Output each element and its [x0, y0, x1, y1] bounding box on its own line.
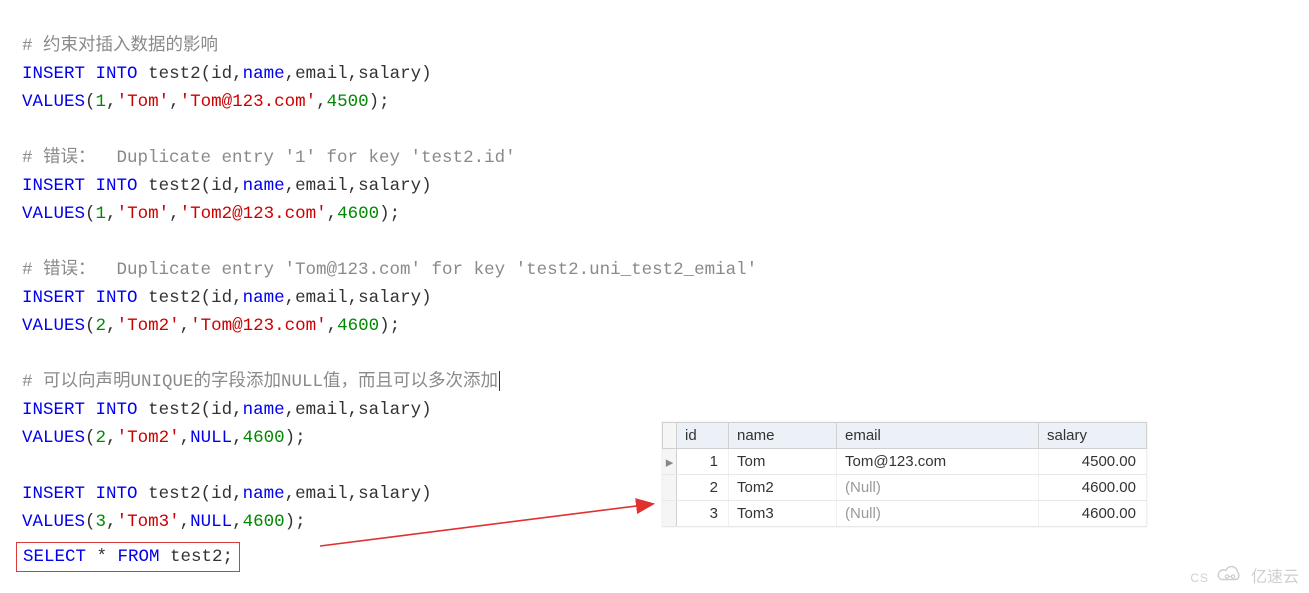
keyword-values: VALUES: [22, 92, 85, 112]
row-marker: [663, 501, 677, 527]
cell-email: (Null): [837, 501, 1039, 527]
row-marker: ▸: [663, 449, 677, 475]
col-header-id[interactable]: id: [677, 423, 729, 449]
cell-email: Tom@123.com: [837, 449, 1039, 475]
col-header-salary[interactable]: salary: [1039, 423, 1147, 449]
col-header-name[interactable]: name: [729, 423, 837, 449]
cell-name: Tom3: [729, 501, 837, 527]
row-marker: [663, 475, 677, 501]
table-row[interactable]: 2 Tom2 (Null) 4600.00: [663, 475, 1147, 501]
cell-name: Tom: [729, 449, 837, 475]
table-row[interactable]: 3 Tom3 (Null) 4600.00: [663, 501, 1147, 527]
keyword-insert: INSERT: [22, 64, 85, 84]
cell-email: (Null): [837, 475, 1039, 501]
cell-salary: 4600.00: [1039, 475, 1147, 501]
watermark-text: 亿速云: [1251, 563, 1299, 587]
comment-unique-null: # 可以向声明UNIQUE的字段添加NULL值，而且可以多次添加: [22, 372, 498, 392]
gutter-header: [663, 423, 677, 449]
table-row[interactable]: ▸ 1 Tom Tom@123.com 4500.00: [663, 449, 1147, 475]
cell-id: 1: [677, 449, 729, 475]
cell-name: Tom2: [729, 475, 837, 501]
table-header-row: id name email salary: [663, 423, 1147, 449]
keyword-select: SELECT: [23, 547, 86, 567]
highlighted-select-statement: SELECT * FROM test2;: [16, 542, 240, 572]
keyword-into: INTO: [96, 64, 138, 84]
cell-id: 2: [677, 475, 729, 501]
comment-error-2: # 错误： Duplicate entry 'Tom@123.com' for …: [22, 260, 757, 280]
table-name: test2: [148, 64, 201, 84]
keyword-from: FROM: [118, 547, 160, 567]
cloud-icon: [1215, 565, 1245, 585]
comment-error-1: # 错误： Duplicate entry '1' for key 'test2…: [22, 148, 516, 168]
cell-salary: 4500.00: [1039, 449, 1147, 475]
cell-id: 3: [677, 501, 729, 527]
query-result-table[interactable]: id name email salary ▸ 1 Tom Tom@123.com…: [662, 422, 1147, 527]
cs-watermark: CS: [1190, 571, 1209, 585]
col-header-email[interactable]: email: [837, 423, 1039, 449]
comment-line: # 约束对插入数据的影响: [22, 36, 218, 56]
cell-salary: 4600.00: [1039, 501, 1147, 527]
brand-watermark: 亿速云: [1215, 563, 1299, 587]
text-cursor: [499, 371, 500, 391]
